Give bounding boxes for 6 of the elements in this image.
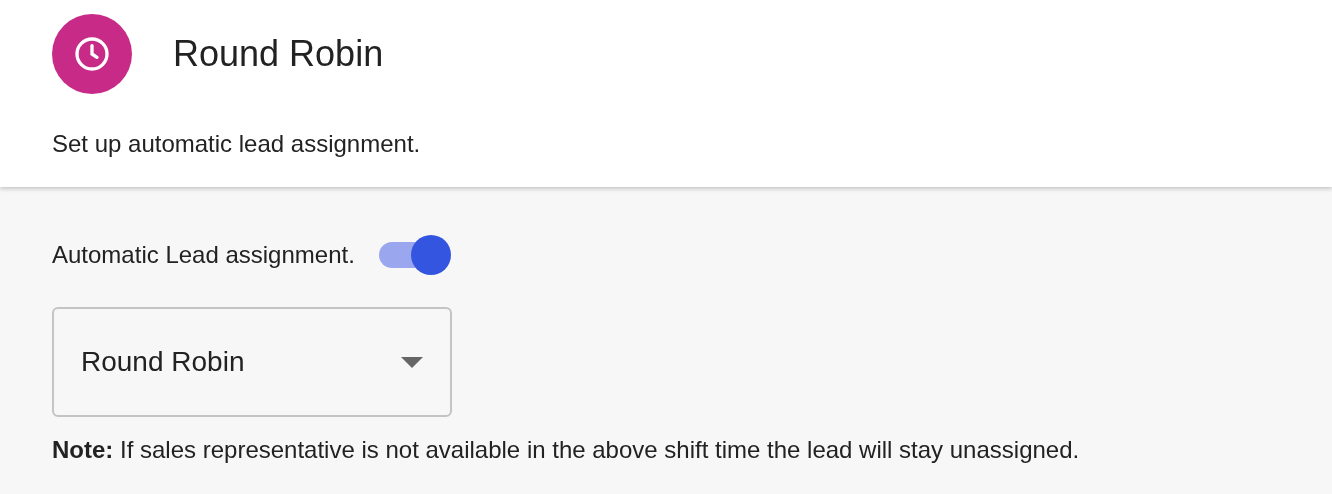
page-title: Round Robin	[173, 32, 384, 76]
note-text: Note: If sales representative is not available in the above shift time the lead will stay unassigned.	[52, 435, 1081, 465]
page-description: Set up automatic lead assignment.	[52, 129, 422, 159]
toggle-label: Automatic Lead assignment.	[52, 240, 355, 270]
caret-icon	[401, 356, 423, 368]
assignment-select[interactable]: Round Robin	[52, 307, 452, 417]
